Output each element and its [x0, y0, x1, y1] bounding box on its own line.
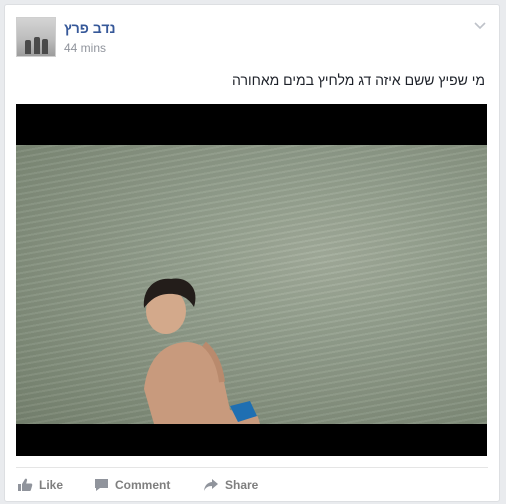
share-label: Share	[225, 478, 259, 492]
like-label: Like	[39, 478, 64, 492]
share-button[interactable]: Share	[203, 475, 258, 495]
thumbs-up-icon	[18, 478, 33, 491]
share-arrow-icon	[204, 479, 218, 491]
post-video[interactable]	[16, 104, 487, 456]
post-timestamp[interactable]: 44 mins	[64, 41, 106, 55]
person-in-water	[143, 278, 260, 424]
action-divider	[16, 467, 488, 468]
comment-label: Comment	[115, 478, 171, 492]
author-name[interactable]: נדב פרץ	[64, 20, 116, 36]
author-avatar[interactable]	[16, 17, 56, 57]
post-text: מי שפיץ ששם איזה דג מלחיץ במים מאחורה	[232, 72, 485, 88]
chevron-down-icon[interactable]	[473, 19, 487, 33]
comment-button[interactable]: Comment	[94, 475, 170, 495]
like-button[interactable]: Like	[17, 475, 63, 495]
speech-bubble-icon	[95, 479, 108, 491]
post-card: נדב פרץ 44 mins מי שפיץ ששם איזה דג מלחי…	[4, 4, 500, 502]
